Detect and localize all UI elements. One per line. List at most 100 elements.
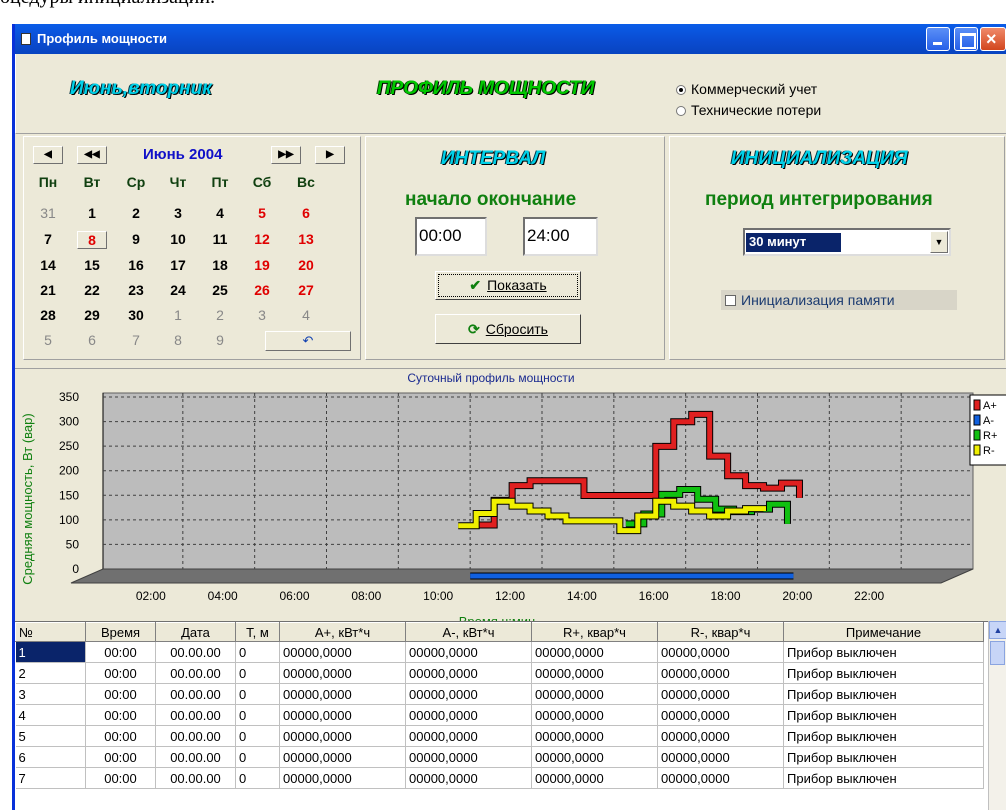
- table-cell[interactable]: Прибор выключен: [783, 767, 984, 789]
- table-cell[interactable]: 1: [15, 641, 86, 663]
- calendar-day[interactable]: 5: [33, 332, 63, 348]
- table-cell[interactable]: 00000,0000: [405, 746, 532, 768]
- calendar-day[interactable]: 7: [121, 332, 151, 348]
- show-button[interactable]: ✔ Показать: [435, 271, 581, 300]
- calendar-day[interactable]: 6: [291, 205, 321, 221]
- column-header[interactable]: R-, квар*ч: [657, 622, 784, 642]
- table-cell[interactable]: Прибор выключен: [783, 725, 984, 747]
- calendar-day[interactable]: 30: [121, 307, 151, 323]
- calendar-day[interactable]: 1: [163, 307, 193, 323]
- calendar-day[interactable]: 10: [163, 231, 193, 247]
- table-cell[interactable]: 00:00: [85, 683, 156, 705]
- table-cell[interactable]: 00.00.00: [155, 704, 236, 726]
- calendar-day[interactable]: 23: [121, 282, 151, 298]
- calendar-day[interactable]: 8: [77, 231, 107, 249]
- table-row[interactable]: 1 00:00 00.00.00 0 00000,0000 00000,0000 00000…: [15, 641, 984, 663]
- table-vertical-scrollbar[interactable]: ▲: [988, 621, 1006, 810]
- calendar-day[interactable]: 9: [205, 332, 235, 348]
- table-cell[interactable]: 00.00.00: [155, 683, 236, 705]
- title-bar[interactable]: Профиль мощности ×: [15, 24, 1006, 54]
- close-button[interactable]: ×: [980, 27, 1006, 51]
- calendar-day[interactable]: 1: [77, 205, 107, 221]
- table-row[interactable]: 4 00:00 00.00.00 0 00000,0000 00000,0000 00000…: [15, 704, 984, 726]
- table-cell[interactable]: 00000,0000: [531, 641, 658, 663]
- table-cell[interactable]: 00000,0000: [531, 767, 658, 789]
- table-cell[interactable]: 00000,0000: [657, 746, 784, 768]
- table-cell[interactable]: 00000,0000: [279, 662, 406, 684]
- calendar-day[interactable]: 20: [291, 257, 321, 273]
- table-row[interactable]: 5 00:00 00.00.00 0 00000,0000 00000,0000 00000…: [15, 725, 984, 747]
- reset-button[interactable]: ⟳ Сбросить: [435, 314, 581, 344]
- column-header[interactable]: Дата: [155, 622, 236, 642]
- table-cell[interactable]: 6: [15, 746, 86, 768]
- table-row[interactable]: 2 00:00 00.00.00 0 00000,0000 00000,0000 00000…: [15, 662, 984, 684]
- table-cell[interactable]: 0: [235, 725, 280, 747]
- calendar-day[interactable]: 7: [33, 231, 63, 247]
- table-cell[interactable]: 00:00: [85, 641, 156, 663]
- scroll-up-icon[interactable]: ▲: [989, 621, 1006, 639]
- table-cell[interactable]: 5: [15, 725, 86, 747]
- interval-start-input[interactable]: 00:00: [415, 217, 487, 256]
- calendar-day[interactable]: 16: [121, 257, 151, 273]
- table-cell[interactable]: 0: [235, 683, 280, 705]
- column-header[interactable]: Т, м: [235, 622, 280, 642]
- calendar-day[interactable]: 18: [205, 257, 235, 273]
- table-cell[interactable]: 0: [235, 662, 280, 684]
- next-month-button[interactable]: ▶: [315, 146, 345, 164]
- table-cell[interactable]: 00:00: [85, 725, 156, 747]
- column-header[interactable]: А-, кВт*ч: [405, 622, 532, 642]
- calendar-day[interactable]: 2: [205, 307, 235, 323]
- maximize-button[interactable]: [954, 27, 978, 51]
- table-cell[interactable]: 00000,0000: [405, 662, 532, 684]
- prev-year-button[interactable]: ◀◀: [77, 146, 107, 164]
- table-cell[interactable]: 00000,0000: [279, 704, 406, 726]
- table-cell[interactable]: 3: [15, 683, 86, 705]
- table-cell[interactable]: 00.00.00: [155, 662, 236, 684]
- calendar-day[interactable]: 12: [247, 231, 277, 247]
- integration-period-select[interactable]: 30 минут ▼: [743, 228, 951, 256]
- calendar-day[interactable]: 24: [163, 282, 193, 298]
- calendar-day[interactable]: 27: [291, 282, 321, 298]
- memory-init-checkbox[interactable]: Инициализация памяти: [721, 290, 957, 310]
- table-cell[interactable]: 00000,0000: [531, 683, 658, 705]
- calendar-day[interactable]: 9: [121, 231, 151, 247]
- table-cell[interactable]: 00000,0000: [657, 704, 784, 726]
- chevron-down-icon[interactable]: ▼: [930, 231, 948, 253]
- table-cell[interactable]: 0: [235, 767, 280, 789]
- table-cell[interactable]: Прибор выключен: [783, 662, 984, 684]
- calendar-day[interactable]: 25: [205, 282, 235, 298]
- table-cell[interactable]: 00.00.00: [155, 725, 236, 747]
- calendar-day[interactable]: 29: [77, 307, 107, 323]
- calendar-day[interactable]: 4: [205, 205, 235, 221]
- table-cell[interactable]: 00000,0000: [531, 704, 658, 726]
- calendar-day[interactable]: 14: [33, 257, 63, 273]
- calendar-today-button[interactable]: ↶: [265, 331, 351, 351]
- table-cell[interactable]: 00:00: [85, 746, 156, 768]
- table-cell[interactable]: Прибор выключен: [783, 704, 984, 726]
- column-header[interactable]: №: [15, 622, 86, 642]
- calendar-day[interactable]: 19: [247, 257, 277, 273]
- calendar-day[interactable]: 13: [291, 231, 321, 247]
- table-cell[interactable]: 2: [15, 662, 86, 684]
- mode-commercial-radio[interactable]: Коммерческий учет: [676, 81, 817, 97]
- app-icon[interactable]: [21, 33, 31, 45]
- scroll-thumb[interactable]: [990, 641, 1005, 665]
- table-cell[interactable]: 00.00.00: [155, 767, 236, 789]
- table-cell[interactable]: 00:00: [85, 662, 156, 684]
- calendar-day[interactable]: 5: [247, 205, 277, 221]
- column-header[interactable]: R+, квар*ч: [531, 622, 658, 642]
- table-cell[interactable]: 0: [235, 641, 280, 663]
- column-header[interactable]: А+, кВт*ч: [279, 622, 406, 642]
- calendar-day[interactable]: 17: [163, 257, 193, 273]
- table-cell[interactable]: Прибор выключен: [783, 683, 984, 705]
- table-cell[interactable]: 00000,0000: [405, 683, 532, 705]
- calendar-day[interactable]: 26: [247, 282, 277, 298]
- table-cell[interactable]: 00:00: [85, 704, 156, 726]
- table-cell[interactable]: 0: [235, 704, 280, 726]
- table-cell[interactable]: 00000,0000: [405, 767, 532, 789]
- table-cell[interactable]: Прибор выключен: [783, 641, 984, 663]
- calendar-day[interactable]: 21: [33, 282, 63, 298]
- calendar-day[interactable]: 3: [163, 205, 193, 221]
- minimize-button[interactable]: [926, 27, 950, 51]
- table-cell[interactable]: 00000,0000: [279, 683, 406, 705]
